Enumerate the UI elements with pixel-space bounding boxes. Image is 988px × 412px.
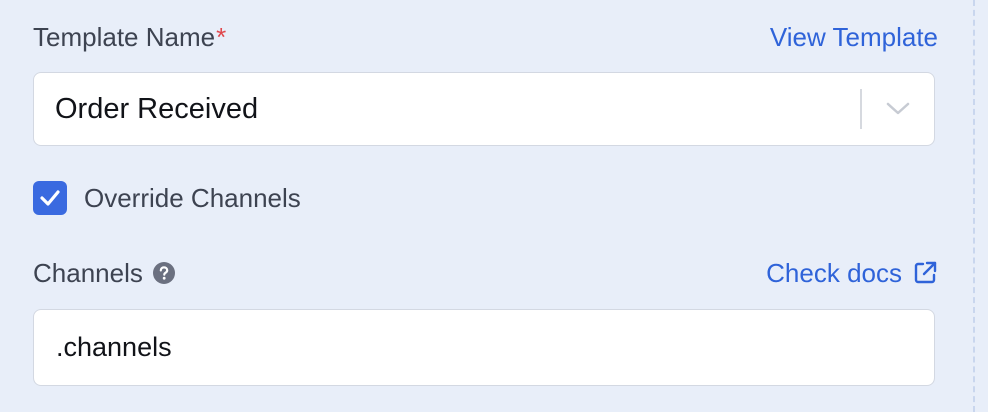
required-marker: * — [216, 21, 227, 52]
template-name-label-text: Template Name — [33, 21, 216, 52]
channels-label-text: Channels — [33, 257, 143, 288]
template-name-selected-value: Order Received — [55, 92, 259, 125]
override-channels-checkbox[interactable] — [33, 181, 67, 215]
question-circle-icon[interactable] — [152, 262, 175, 284]
panel-dashed-border — [973, 0, 975, 412]
check-docs-link-text: Check docs — [766, 257, 902, 288]
template-name-select[interactable]: Order Received — [33, 72, 935, 146]
override-channels-option[interactable]: Override Channels — [33, 181, 301, 215]
view-template-link[interactable]: View Template — [770, 22, 938, 53]
channels-header: Channels Check docs — [33, 254, 938, 292]
override-channels-label: Override Channels — [84, 182, 301, 213]
chevron-down-icon[interactable] — [862, 73, 934, 145]
channels-input[interactable] — [33, 309, 935, 386]
check-docs-link[interactable]: Check docs — [766, 258, 938, 289]
template-name-label: Template Name * — [33, 22, 226, 53]
template-name-header: Template Name * View Template — [33, 18, 938, 56]
check-icon — [40, 190, 60, 206]
external-link-icon — [912, 260, 938, 286]
form-panel: Template Name * View Template Order Recei… — [0, 0, 972, 412]
channels-label: Channels — [33, 258, 175, 289]
